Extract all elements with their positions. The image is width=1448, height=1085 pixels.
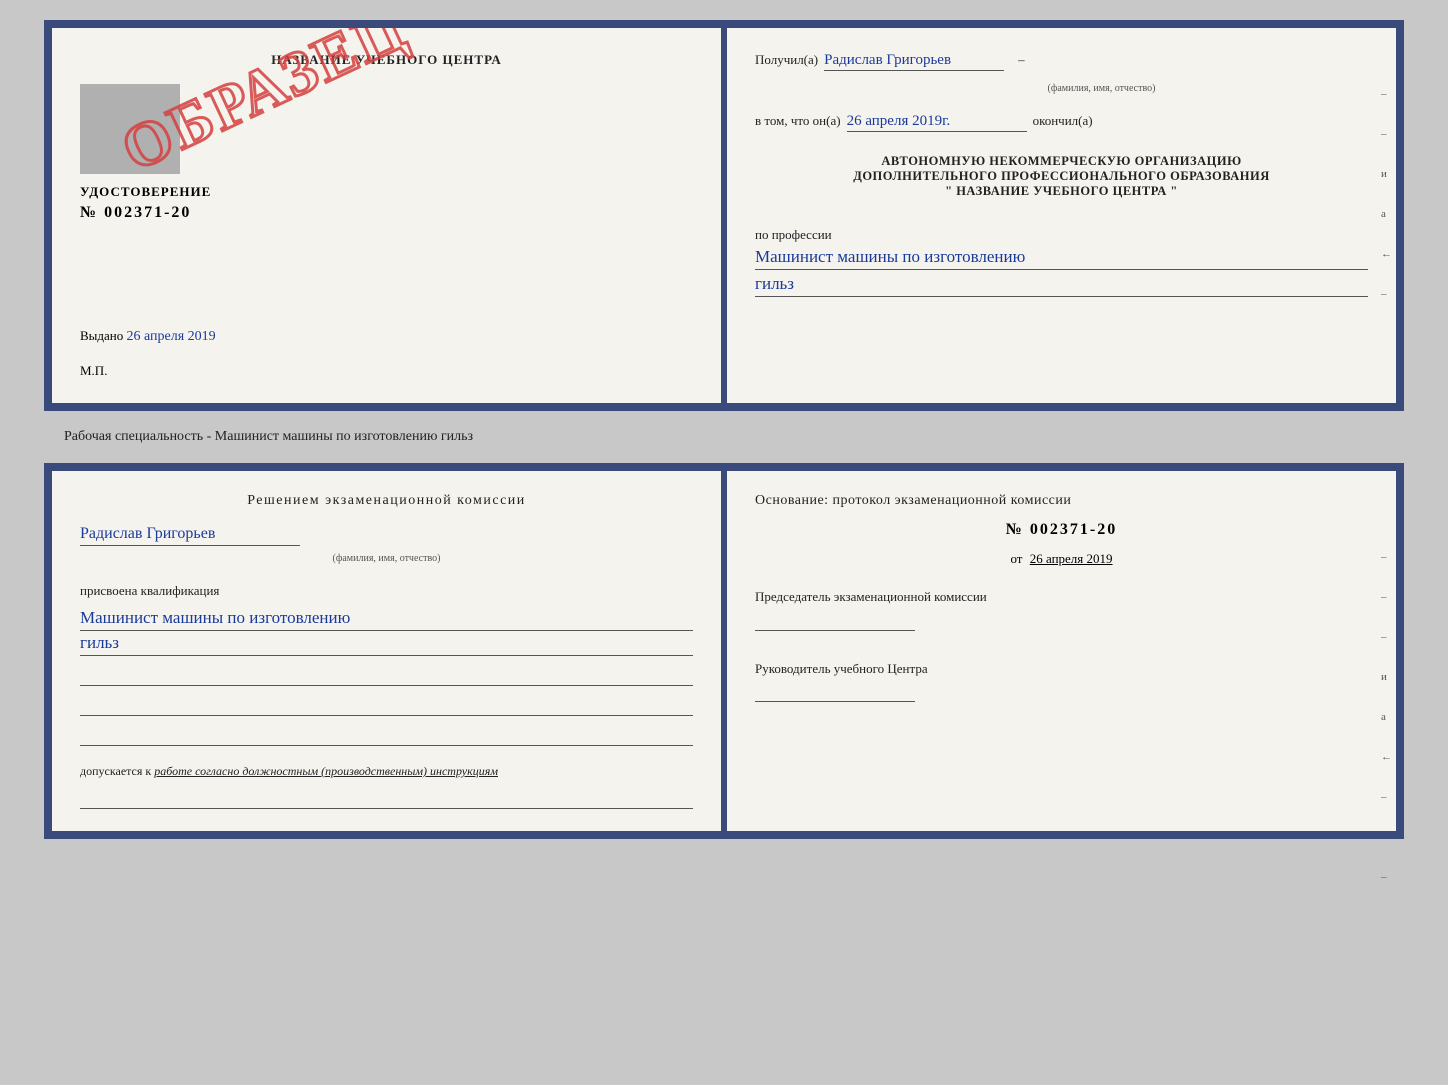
bottom-name-handwritten: Радислав Григорьев: [80, 525, 300, 546]
bmark6: ←: [1381, 751, 1392, 763]
org-line3: " НАЗВАНИЕ УЧЕБНОГО ЦЕНТРА ": [755, 184, 1368, 199]
допускается-text: работе согласно должностным (производств…: [154, 764, 498, 778]
stamp-area: УДОСТОВЕРЕНИЕ № 002371-20: [80, 84, 693, 228]
dopuskaetsya-line: допускается к работе согласно должностны…: [80, 764, 693, 779]
chairman-block: Председатель экзаменационной комиссии: [755, 587, 1368, 631]
top-right-panel: Получил(а) Радислав Григорьев – (фамилия…: [727, 28, 1396, 403]
qual-handwritten2: гильз: [80, 633, 693, 656]
date-handwritten: 26 апреля 2019г.: [847, 113, 951, 129]
mark1: –: [1381, 88, 1392, 100]
top-left-panel: НАЗВАНИЕ УЧЕБНОГО ЦЕНТРА УДОСТОВЕРЕНИЕ №…: [52, 28, 721, 403]
issued-line: Выдано 26 апреля 2019: [80, 328, 693, 345]
bottom-name-block: Радислав Григорьев (фамилия, имя, отчест…: [80, 525, 693, 566]
bmark5: а: [1381, 711, 1392, 723]
bmark9: –: [1381, 871, 1392, 883]
org-block: АВТОНОМНУЮ НЕКОММЕРЧЕСКУЮ ОРГАНИЗАЦИЮ ДО…: [755, 154, 1368, 199]
date-prefix: от: [1010, 551, 1022, 566]
right-side-marks: – – и а ← –: [1381, 88, 1392, 300]
bmark1: –: [1381, 551, 1392, 563]
issued-label: Выдано: [80, 328, 123, 343]
profession-handwritten: Машинист машины по изготовлению: [755, 247, 1368, 270]
decision-title: Решением экзаменационной комиссии: [80, 493, 693, 509]
profession-handwritten2: гильз: [755, 274, 1368, 297]
qual-block: Машинист машины по изготовлению гильз: [80, 608, 693, 656]
received-label: Получил(а): [755, 52, 818, 68]
org-line2: ДОПОЛНИТЕЛЬНОГО ПРОФЕССИОНАЛЬНОГО ОБРАЗО…: [755, 169, 1368, 184]
name-handwritten: Радислав Григорьев: [824, 52, 951, 68]
blank-line2: [80, 698, 693, 716]
assigned-label-text: присвоена квалификация: [80, 583, 219, 598]
caption-text: Рабочая специальность - Машинист машины …: [64, 429, 473, 445]
dash1: –: [1018, 52, 1025, 68]
top-document: НАЗВАНИЕ УЧЕБНОГО ЦЕНТРА УДОСТОВЕРЕНИЕ №…: [44, 20, 1404, 411]
name-sub: (фамилия, имя, отчество): [1048, 83, 1156, 94]
issued-date: 26 апреля 2019: [127, 329, 216, 344]
bmark7: –: [1381, 791, 1392, 803]
mp-line: М.П.: [80, 363, 693, 379]
bottom-right-panel: Основание: протокол экзаменационной коми…: [727, 471, 1396, 831]
chairman-sig-line: [755, 611, 915, 631]
cert-number: № 002371-20: [80, 204, 211, 222]
profession-block: по профессии Машинист машины по изготовл…: [755, 221, 1368, 297]
bottom-document: Решением экзаменационной комиссии Радисл…: [44, 463, 1404, 839]
date-value: 26 апреля 2019: [1030, 551, 1113, 566]
cert-label: УДОСТОВЕРЕНИЕ: [80, 184, 211, 200]
head-label: Руководитель учебного Центра: [755, 659, 1368, 679]
head-block: Руководитель учебного Центра: [755, 659, 1368, 703]
photo-placeholder: [80, 84, 180, 174]
mark2: –: [1381, 128, 1392, 140]
in-that-line: в том, что он(а) 26 апреля 2019г. окончи…: [755, 113, 1368, 132]
bmark2: –: [1381, 591, 1392, 603]
right-marks-bottom: – – – и а ← – – –: [1381, 551, 1392, 883]
bottom-name-sub: (фамилия, имя, отчество): [333, 553, 441, 564]
name-field: Радислав Григорьев: [824, 52, 1004, 71]
top-left-title: НАЗВАНИЕ УЧЕБНОГО ЦЕНТРА: [80, 52, 693, 68]
finished-label: окончил(а): [1033, 113, 1093, 129]
mark6: –: [1381, 288, 1392, 300]
bmark3: –: [1381, 631, 1392, 643]
mark5: ←: [1381, 248, 1392, 260]
in-that-label: в том, что он(а): [755, 113, 841, 129]
assigned-label: присвоена квалификация: [80, 582, 693, 600]
mark3: и: [1381, 168, 1392, 180]
org-line1: АВТОНОМНУЮ НЕКОММЕРЧЕСКУЮ ОРГАНИЗАЦИЮ: [755, 154, 1368, 169]
profession-label: по профессии: [755, 227, 1368, 243]
blank-line3: [80, 728, 693, 746]
bottom-left-panel: Решением экзаменационной комиссии Радисл…: [52, 471, 721, 831]
received-line: Получил(а) Радислав Григорьев –: [755, 52, 1368, 71]
osnov-label: Основание: протокол экзаменационной коми…: [755, 493, 1368, 509]
chairman-label: Председатель экзаменационной комиссии: [755, 587, 1368, 607]
protocol-date: от 26 апреля 2019: [755, 551, 1368, 567]
cert-block: УДОСТОВЕРЕНИЕ № 002371-20: [80, 184, 211, 222]
blank-line4: [80, 791, 693, 809]
допускается-label: допускается к: [80, 764, 151, 778]
protocol-number: № 002371-20: [755, 521, 1368, 539]
head-sig-line: [755, 682, 915, 702]
mark4: а: [1381, 208, 1392, 220]
bmark4: и: [1381, 671, 1392, 683]
blank-line1: [80, 668, 693, 686]
date-field: 26 апреля 2019г.: [847, 113, 1027, 132]
bmark8: –: [1381, 831, 1392, 843]
qual-handwritten: Машинист машины по изготовлению: [80, 608, 693, 631]
